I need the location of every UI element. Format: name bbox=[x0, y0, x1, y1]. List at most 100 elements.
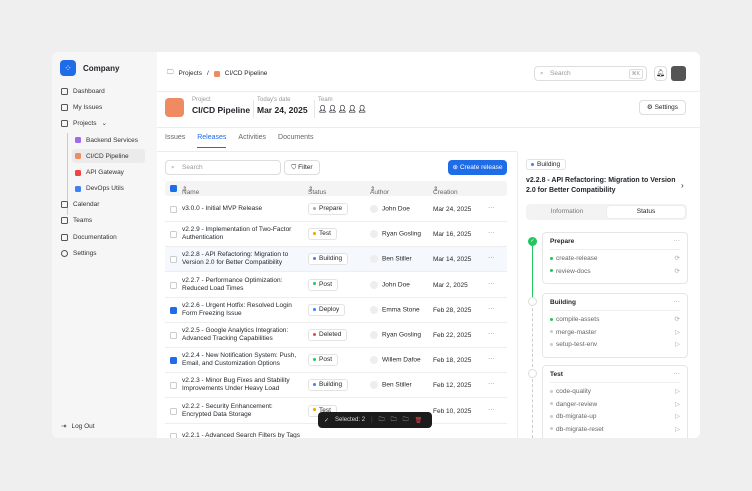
table-row[interactable]: v2.2.3 - Minor Bug Fixes and Stability I… bbox=[165, 373, 507, 399]
tab-releases[interactable]: Releases bbox=[197, 134, 227, 148]
row-checkbox[interactable] bbox=[170, 256, 177, 264]
refresh-icon[interactable]: ⟳ bbox=[675, 266, 680, 279]
play-icon[interactable]: ▷ bbox=[675, 339, 680, 352]
more-options-icon[interactable]: ··· bbox=[488, 229, 495, 236]
release-name[interactable]: v2.2.8 - API Refactoring: Migration to V… bbox=[182, 251, 302, 267]
column-creation[interactable]: Creation ⇕ bbox=[433, 185, 458, 196]
release-name[interactable]: v2.2.9 - Implementation of Two-Factor Au… bbox=[182, 226, 302, 242]
trash-icon[interactable]: 🗑︎ bbox=[415, 417, 423, 424]
more-options-icon[interactable]: ··· bbox=[488, 355, 495, 362]
sidebar-item-projects[interactable]: Projects ⌄ bbox=[58, 116, 148, 130]
more-options-icon[interactable]: ··· bbox=[488, 330, 495, 337]
more-options-icon[interactable]: ··· bbox=[674, 370, 681, 377]
user-avatar[interactable] bbox=[671, 66, 686, 81]
row-checkbox[interactable] bbox=[170, 407, 177, 415]
share-folder-icon[interactable]: 🗀︎ bbox=[403, 415, 409, 425]
tab-status[interactable]: Status bbox=[607, 206, 685, 218]
sidebar-item-teams[interactable]: Teams bbox=[58, 213, 148, 227]
pipeline-step[interactable]: setup-test-env ▷ bbox=[550, 339, 680, 352]
release-name[interactable]: v2.2.6 - Urgent Hotfix: Resolved Login F… bbox=[182, 302, 302, 318]
sidebar-item-my-issues[interactable]: My Issues bbox=[58, 100, 148, 114]
table-row[interactable]: v2.2.7 - Performance Optimization: Reduc… bbox=[165, 273, 507, 298]
status-dot bbox=[313, 206, 316, 210]
sidebar-project-item[interactable]: API Gateway bbox=[72, 166, 145, 180]
pipeline-step[interactable]: danger-review ▷ bbox=[550, 399, 680, 412]
play-icon[interactable]: ▷ bbox=[675, 411, 680, 424]
more-options-icon[interactable]: ··· bbox=[488, 204, 495, 211]
play-icon[interactable]: ▷ bbox=[675, 424, 680, 437]
select-all-checkbox[interactable] bbox=[170, 185, 177, 192]
play-icon[interactable]: ▷ bbox=[675, 386, 680, 399]
sidebar-item-calendar[interactable]: Calendar bbox=[58, 197, 148, 211]
release-name[interactable]: v2.2.1 - Advanced Search Filters by Tags bbox=[182, 432, 302, 438]
release-name[interactable]: v2.2.3 - Minor Bug Fixes and Stability I… bbox=[182, 377, 302, 393]
team-avatars[interactable]: 👤︎👤︎👤︎👤︎👤︎ bbox=[318, 105, 367, 113]
filter-button[interactable]: ⛉ Filter bbox=[284, 160, 320, 175]
column-author[interactable]: Author ⇕ bbox=[370, 185, 389, 196]
release-name[interactable]: v2.2.7 - Performance Optimization: Reduc… bbox=[182, 277, 302, 293]
sidebar-project-item[interactable]: CI/CD Pipeline bbox=[72, 149, 145, 164]
more-options-icon[interactable]: ··· bbox=[488, 406, 495, 413]
value: Mar 24, 2025 bbox=[257, 105, 308, 115]
pipeline-step[interactable]: code-quality ▷ bbox=[550, 386, 680, 399]
row-checkbox[interactable] bbox=[170, 281, 177, 289]
logout-button[interactable]: ⇥ Log Out bbox=[58, 419, 148, 433]
tab-activities[interactable]: Activities bbox=[238, 134, 266, 148]
row-checkbox[interactable] bbox=[170, 432, 177, 438]
column-name[interactable]: Name ⇕ bbox=[182, 185, 199, 196]
table-row[interactable]: v2.2.6 - Urgent Hotfix: Resolved Login F… bbox=[165, 298, 507, 323]
table-row[interactable]: v2.2.9 - Implementation of Two-Factor Au… bbox=[165, 222, 507, 248]
table-row[interactable]: v2.2.4 - New Notification System: Push, … bbox=[165, 348, 507, 374]
pipeline-step[interactable]: merge-master ▷ bbox=[550, 327, 680, 340]
release-name[interactable]: v2.2.2 - Security Enhancement: Encrypted… bbox=[182, 403, 302, 419]
sidebar-item-documentation[interactable]: Documentation bbox=[58, 230, 148, 244]
move-folder-icon[interactable]: 🗀︎ bbox=[379, 415, 385, 425]
row-checkbox[interactable] bbox=[170, 306, 177, 314]
play-icon[interactable]: ▷ bbox=[675, 327, 680, 340]
copy-folder-icon[interactable]: 🗀︎ bbox=[391, 415, 397, 425]
column-status[interactable]: Status ⇕ bbox=[308, 185, 326, 196]
table-row[interactable]: v2.2.8 - API Refactoring: Migration to V… bbox=[165, 247, 507, 273]
sidebar-item-dashboard[interactable]: Dashboard bbox=[58, 84, 148, 98]
sidebar-project-item[interactable]: Backend Services bbox=[72, 133, 145, 147]
release-name[interactable]: v3.0.0 - Initial MVP Release bbox=[182, 205, 302, 213]
more-options-icon[interactable]: ··· bbox=[488, 280, 495, 287]
row-checkbox[interactable] bbox=[170, 206, 177, 213]
create-release-button[interactable]: ⊕ Create release bbox=[448, 160, 507, 175]
release-name[interactable]: v2.2.4 - New Notification System: Push, … bbox=[182, 352, 302, 368]
row-checkbox[interactable] bbox=[170, 382, 177, 390]
release-name[interactable]: v2.2.5 - Google Analytics Integration: A… bbox=[182, 327, 302, 343]
author: Ben Stiller bbox=[370, 255, 412, 264]
global-search-input[interactable]: ⌕ Search ⌘K bbox=[534, 66, 647, 81]
more-options-icon[interactable]: ··· bbox=[488, 305, 495, 312]
user-avatar-icon bbox=[370, 381, 378, 390]
releases-search-input[interactable]: ⌕ Search bbox=[165, 160, 281, 175]
sidebar-project-item[interactable]: DevOps Utils bbox=[72, 182, 145, 196]
refresh-icon[interactable]: ⟳ bbox=[675, 314, 680, 327]
chevron-right-icon[interactable]: › bbox=[681, 181, 684, 190]
breadcrumb-projects[interactable]: Projects bbox=[179, 70, 202, 77]
sidebar-item-settings[interactable]: Settings bbox=[58, 246, 148, 260]
more-options-icon[interactable]: ··· bbox=[674, 298, 681, 305]
play-icon[interactable]: ▷ bbox=[675, 399, 680, 412]
table-row[interactable]: v2.2.5 - Google Analytics Integration: A… bbox=[165, 323, 507, 348]
more-options-icon[interactable]: ··· bbox=[488, 380, 495, 387]
refresh-icon[interactable]: ⟳ bbox=[675, 253, 680, 266]
tab-information[interactable]: Information bbox=[528, 206, 606, 218]
more-options-icon[interactable]: ··· bbox=[674, 237, 681, 244]
row-checkbox[interactable] bbox=[170, 332, 177, 339]
pipeline-step[interactable]: db-migrate-reset ▷ bbox=[550, 424, 680, 437]
pipeline-step[interactable]: review-docs ⟳ bbox=[550, 266, 680, 279]
pipeline-step[interactable]: db-migrate-up ▷ bbox=[550, 411, 680, 424]
pipeline-step[interactable]: compile-assets ⟳ bbox=[550, 314, 680, 327]
table-row[interactable]: v3.0.0 - Initial MVP Release Prepare John … bbox=[165, 197, 507, 222]
more-options-icon[interactable]: ··· bbox=[488, 254, 495, 261]
tab-documents[interactable]: Documents bbox=[278, 134, 313, 148]
label: Building bbox=[319, 381, 343, 389]
settings-button[interactable]: ⚙︎ Settings bbox=[639, 100, 686, 115]
pipeline-step[interactable]: create-release ⟳ bbox=[550, 253, 680, 266]
tab-issues[interactable]: Issues bbox=[165, 134, 185, 148]
row-checkbox[interactable] bbox=[170, 357, 177, 365]
row-checkbox[interactable] bbox=[170, 231, 177, 239]
notifications-bell-icon[interactable]: 🔔︎ bbox=[654, 66, 667, 81]
